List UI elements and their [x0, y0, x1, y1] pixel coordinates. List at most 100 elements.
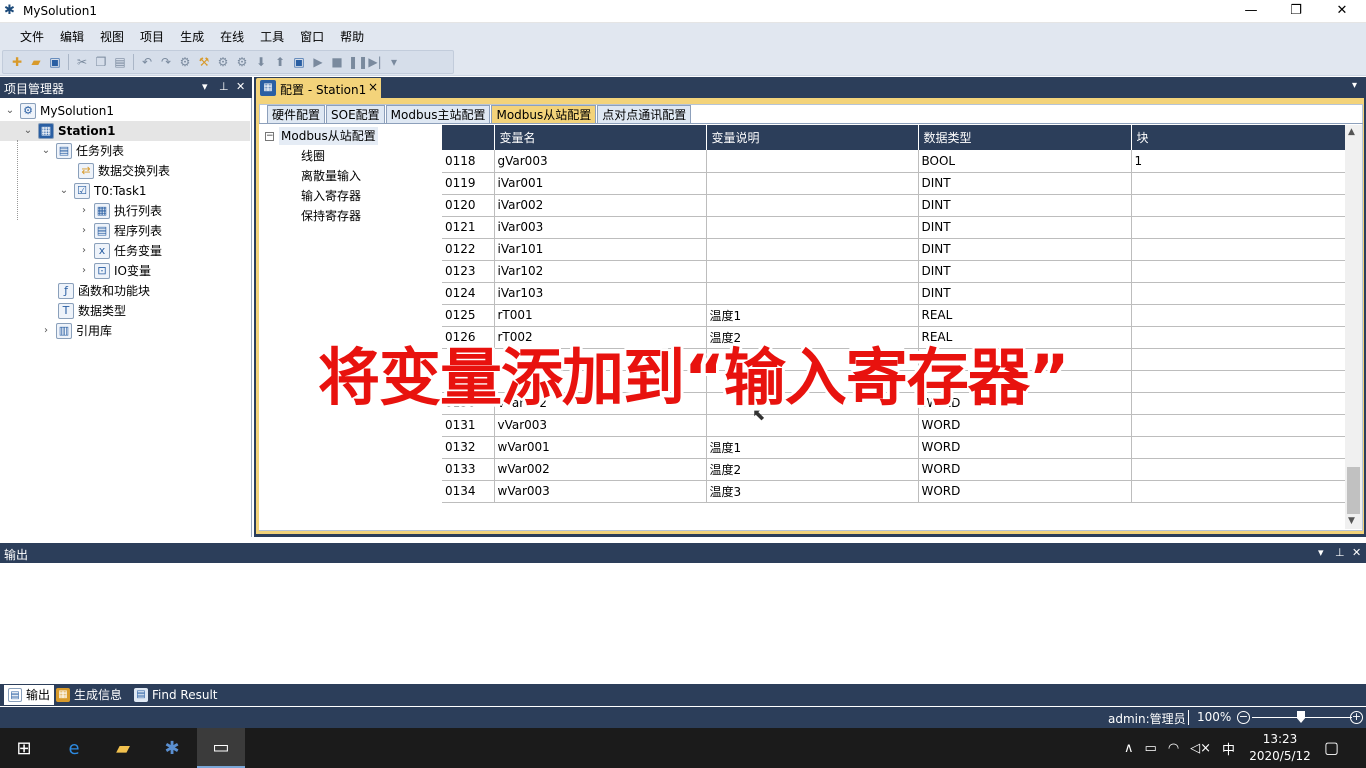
monitor-icon[interactable]: ▣ — [291, 54, 307, 70]
menu-project[interactable]: 项目 — [132, 28, 172, 45]
var-name-cell[interactable]: wVar003 — [494, 480, 707, 503]
zoom-in-button[interactable]: + — [1350, 711, 1363, 724]
tree-root-modbus-slave[interactable]: − Modbus从站配置 — [265, 127, 378, 145]
collapse-icon[interactable]: ⌄ — [58, 181, 70, 201]
pane-close-icon[interactable]: ✕ — [1352, 546, 1361, 559]
collapse-box-icon[interactable]: − — [265, 131, 274, 141]
restore-button[interactable]: ❐ — [1273, 0, 1319, 23]
tab-hardware-config[interactable]: 硬件配置 — [267, 105, 326, 124]
block-cell[interactable] — [1131, 282, 1345, 305]
cut-icon[interactable]: ✂ — [74, 54, 90, 70]
col-header-var-name[interactable]: 变量名 — [494, 125, 707, 150]
row-index[interactable]: 0134 — [442, 480, 495, 503]
block-cell[interactable] — [1131, 260, 1345, 283]
pin-icon[interactable]: ⊥ — [1335, 546, 1345, 559]
col-header-data-type[interactable]: 数据类型 — [918, 125, 1132, 150]
row-index[interactable]: 0133 — [442, 458, 495, 481]
save-icon[interactable]: ▣ — [47, 54, 63, 70]
pause-icon[interactable]: ❚❚ — [348, 54, 368, 70]
data-type-cell[interactable]: DINT — [918, 260, 1132, 283]
table-row[interactable]: 0121 iVar003 DINT — [442, 216, 1345, 239]
windows-start-icon[interactable]: ⊞ — [0, 728, 48, 768]
menu-tools[interactable]: 工具 — [252, 28, 292, 45]
var-name-cell[interactable]: iVar101 — [494, 238, 707, 261]
battery-icon[interactable]: ▭ — [1145, 741, 1157, 756]
var-desc-cell[interactable]: 温度2 — [706, 458, 919, 481]
zoom-out-button[interactable]: − — [1237, 711, 1250, 724]
toolbar-overflow-icon[interactable]: ▾ — [386, 54, 402, 70]
pane-dropdown-icon[interactable]: ▾ — [202, 80, 208, 93]
var-desc-cell[interactable] — [706, 414, 919, 437]
undo-icon[interactable]: ↶ — [139, 54, 155, 70]
tree-item-holding-registers[interactable]: 保持寄存器 — [301, 207, 361, 225]
tree-node-task1[interactable]: ⌄ ☑ T0:Task1 — [58, 181, 147, 201]
tab-modbus-slave[interactable]: Modbus从站配置 — [491, 105, 597, 124]
block-cell[interactable] — [1131, 238, 1345, 261]
expand-icon[interactable]: › — [78, 241, 90, 261]
menu-help[interactable]: 帮助 — [332, 28, 372, 45]
tree-node-data-types[interactable]: T 数据类型 — [42, 301, 126, 321]
edge-browser-icon[interactable]: e — [50, 728, 98, 768]
col-header-var-desc[interactable]: 变量说明 — [706, 125, 919, 150]
tree-node-task-vars[interactable]: › x 任务变量 — [78, 241, 162, 261]
tab-output[interactable]: ▤ 输出 — [4, 685, 55, 705]
block-cell[interactable]: 1 — [1131, 150, 1345, 173]
expand-icon[interactable]: › — [78, 261, 90, 281]
grid-vertical-scrollbar[interactable]: ▲ ▼ — [1345, 125, 1362, 529]
data-type-cell[interactable]: WORD — [918, 436, 1132, 459]
block-cell[interactable] — [1131, 436, 1345, 459]
block-cell[interactable] — [1131, 216, 1345, 239]
tree-node-solution[interactable]: ⌄ ⚙ MySolution1 — [4, 101, 114, 121]
collapse-icon[interactable]: ⌄ — [4, 101, 16, 121]
tray-chevron-icon[interactable]: ∧ — [1124, 741, 1134, 756]
table-row[interactable]: 0134 wVar003 温度3 WORD — [442, 480, 1345, 503]
wifi-icon[interactable]: ◠ — [1168, 741, 1179, 756]
tree-node-libraries[interactable]: › ▥ 引用库 — [40, 321, 112, 341]
block-cell[interactable] — [1131, 304, 1345, 327]
table-row[interactable]: 0133 wVar002 温度2 WORD — [442, 458, 1345, 481]
var-desc-cell[interactable]: 温度1 — [706, 436, 919, 459]
stop-icon[interactable]: ■ — [329, 54, 345, 70]
tree-node-station[interactable]: ⌄ ▦ Station1 — [0, 121, 250, 141]
document-tab-config[interactable]: ▦ 配置 - Station1 × — [256, 78, 381, 98]
row-index[interactable]: 0122 — [442, 238, 495, 261]
var-desc-cell[interactable] — [706, 194, 919, 217]
volume-icon[interactable]: ◁× — [1190, 741, 1211, 756]
upload-icon[interactable]: ⬆ — [272, 54, 288, 70]
table-row[interactable]: 0124 iVar103 DINT — [442, 282, 1345, 305]
table-row[interactable]: 0119 iVar001 DINT — [442, 172, 1345, 195]
row-index[interactable]: 0120 — [442, 194, 495, 217]
var-desc-cell[interactable] — [706, 172, 919, 195]
menu-edit[interactable]: 编辑 — [52, 28, 92, 45]
row-index[interactable]: 0131 — [442, 414, 495, 437]
expand-icon[interactable]: › — [78, 201, 90, 221]
col-header-block[interactable]: 块 — [1131, 125, 1345, 150]
new-file-icon[interactable]: ✚ — [9, 54, 25, 70]
var-name-cell[interactable]: iVar001 — [494, 172, 707, 195]
tree-node-data-exchange[interactable]: ⇄ 数据交换列表 — [62, 161, 170, 181]
col-header-index[interactable] — [442, 125, 495, 150]
tab-modbus-master[interactable]: Modbus主站配置 — [385, 105, 491, 124]
tree-node-functions[interactable]: ƒ 函数和功能块 — [42, 281, 150, 301]
pane-dropdown-icon[interactable]: ▾ — [1318, 546, 1324, 559]
tab-p2p-config[interactable]: 点对点通讯配置 — [597, 105, 692, 124]
var-desc-cell[interactable] — [706, 260, 919, 283]
data-type-cell[interactable]: DINT — [918, 172, 1132, 195]
notification-icon[interactable]: ▢ — [1324, 738, 1339, 757]
table-row[interactable]: 0122 iVar101 DINT — [442, 238, 1345, 261]
build-icon[interactable]: ⚙ — [177, 54, 193, 70]
expand-icon[interactable]: › — [40, 321, 52, 341]
table-row[interactable]: 0120 iVar002 DINT — [442, 194, 1345, 217]
open-folder-icon[interactable]: ▰ — [28, 54, 44, 70]
taskbar-clock[interactable]: 13:23 2020/5/12 — [1248, 731, 1312, 765]
menu-view[interactable]: 视图 — [92, 28, 132, 45]
row-index[interactable]: 0125 — [442, 304, 495, 327]
copy-icon[interactable]: ❐ — [93, 54, 109, 70]
row-index[interactable]: 0132 — [442, 436, 495, 459]
app-taskbar-icon[interactable]: ✱ — [148, 728, 196, 768]
var-desc-cell[interactable]: 温度3 — [706, 480, 919, 503]
data-type-cell[interactable]: DINT — [918, 216, 1132, 239]
data-type-cell[interactable]: DINT — [918, 194, 1132, 217]
paste-icon[interactable]: ▤ — [112, 54, 128, 70]
var-name-cell[interactable]: vVar003 — [494, 414, 707, 437]
